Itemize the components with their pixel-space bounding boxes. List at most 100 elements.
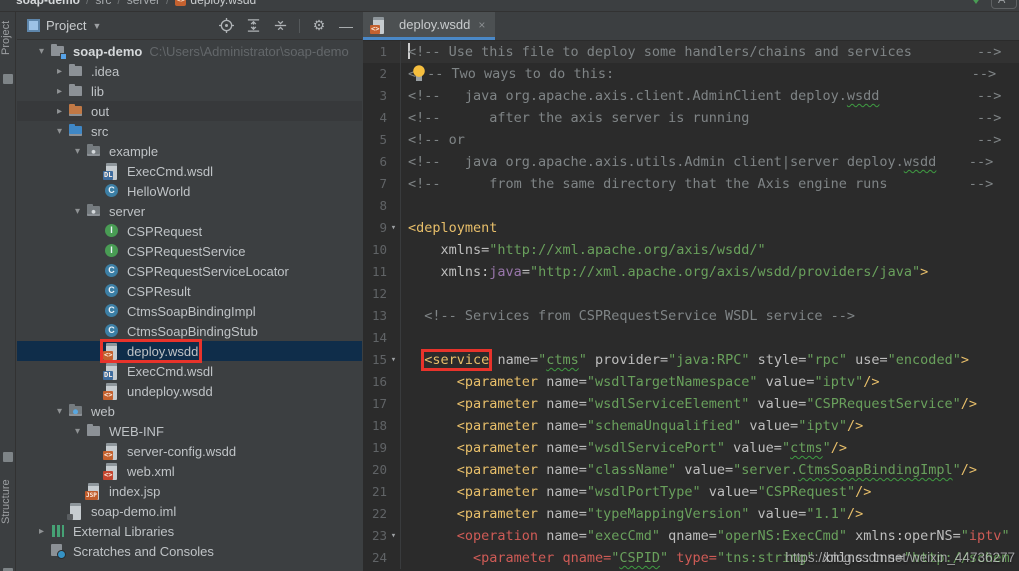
line-number: 23 <box>363 525 387 547</box>
tree-item-server[interactable]: ▾server <box>17 201 362 221</box>
tree-item-src[interactable]: ▾src <box>17 121 362 141</box>
project-tool-icon[interactable] <box>3 74 13 84</box>
lib-icon <box>50 523 66 539</box>
code-segment: "encoded" <box>888 352 961 368</box>
tree-item-csprequestservice[interactable]: ICSPRequestService <box>17 241 362 261</box>
tree-item-out[interactable]: ▸ out <box>17 101 362 121</box>
tree-item-web-xml[interactable]: <>web.xml <box>17 461 362 481</box>
line-number: 15 <box>363 349 387 371</box>
code-segment: /> <box>961 396 977 412</box>
project-panel-title[interactable]: Project <box>46 18 86 33</box>
tree-item-example[interactable]: ▾example <box>17 141 362 161</box>
tree-item-server-config-wsdd[interactable]: <>server-config.wsdd <box>17 441 362 461</box>
package-icon <box>86 203 102 219</box>
collapse-all-button[interactable] <box>272 18 288 34</box>
code-line-15[interactable]: 15▾ <service name="ctms" provider="java:… <box>363 349 1019 371</box>
code-line-4[interactable]: 4<!-- after the axis server is running -… <box>363 107 1019 129</box>
chevron-open-icon[interactable]: ▾ <box>69 206 86 217</box>
code-line-11[interactable]: 11 xmlns:java="http://xml.apache.org/axi… <box>363 261 1019 283</box>
tree-item-ctmssoapbindingstub[interactable]: CCtmsSoapBindingStub <box>17 321 362 341</box>
chevron-closed-icon[interactable]: ▸ <box>51 86 68 97</box>
tree-item-csprequest[interactable]: ICSPRequest <box>17 221 362 241</box>
tree-item-undeploy-wsdd[interactable]: <>undeploy.wsdd <box>17 381 362 401</box>
tree-item-soap-demo[interactable]: ▾soap-demoC:\Users\Administrator\soap-de… <box>17 41 362 61</box>
code-line-16[interactable]: 16 <parameter name="wsdlTargetNamespace"… <box>363 371 1019 393</box>
code-segment: style= <box>758 352 807 368</box>
chevron-open-icon[interactable]: ▾ <box>69 146 86 157</box>
chevron-down-icon[interactable]: ▼ <box>92 21 101 31</box>
code-segment: CSPID <box>619 550 660 566</box>
code-line-12[interactable]: 12 <box>363 283 1019 305</box>
tool-button-project[interactable]: Project <box>0 6 16 70</box>
code-line-21[interactable]: 21 <parameter name="wsdlPortType" value=… <box>363 481 1019 503</box>
code-line-3[interactable]: 3<!-- java org.apache.axis.client.AdminC… <box>363 85 1019 107</box>
code-line-19[interactable]: 19 <parameter name="wsdlServicePort" val… <box>363 437 1019 459</box>
wsdd-icon: <> <box>104 383 120 399</box>
breadcrumb-project[interactable]: soap-demo <box>16 0 80 7</box>
chevron-closed-icon[interactable]: ▸ <box>51 106 68 117</box>
tool-button-structure[interactable]: Structure <box>0 464 16 540</box>
code-line-23[interactable]: 23▾ <operation name="execCmd" qname="ope… <box>363 525 1019 547</box>
breadcrumb-server[interactable]: server <box>127 0 160 7</box>
breadcrumb-file[interactable]: <> deploy.wsdd <box>175 0 256 7</box>
intention-bulb-icon[interactable] <box>412 65 426 81</box>
code-line-14[interactable]: 14 <box>363 327 1019 349</box>
code-line-22[interactable]: 22 <parameter name="typeMappingVersion" … <box>363 503 1019 525</box>
code-segment: <parameter <box>457 374 538 390</box>
tree-item-execcmd-wsdl[interactable]: DLExecCmd.wsdl <box>17 161 362 181</box>
code-editor[interactable]: 1<!-- Use this file to deploy some handl… <box>363 41 1019 571</box>
tree-item-csprequestservicelocator[interactable]: CCSPRequestServiceLocator <box>17 261 362 281</box>
tree-item-ctmssoapbindingimpl[interactable]: CCtmsSoapBindingImpl <box>17 301 362 321</box>
chevron-open-icon[interactable]: ▾ <box>69 426 86 437</box>
code-line-2[interactable]: 2<-- Two ways to do this: --> <box>363 63 1019 85</box>
settings-gear-icon[interactable]: ⚙ <box>311 18 327 34</box>
code-line-20[interactable]: 20 <parameter name="className" value="se… <box>363 459 1019 481</box>
code-segment <box>408 550 473 566</box>
chevron-closed-icon[interactable]: ▸ <box>51 66 68 77</box>
tree-item-web-inf[interactable]: ▾WEB-INF <box>17 421 362 441</box>
tree-item-execcmd-wsdl[interactable]: DLExecCmd.wsdl <box>17 361 362 381</box>
code-line-18[interactable]: 18 <parameter name="schemaUnqualified" v… <box>363 415 1019 437</box>
tree-item-label: out <box>91 104 109 119</box>
structure-tool-icon[interactable] <box>3 452 13 462</box>
code-line-24[interactable]: 24 <parameter qname="CSPID" type="tns:st… <box>363 547 1019 569</box>
tree-item-scratches-and-consoles[interactable]: Scratches and Consoles <box>17 541 362 561</box>
hide-panel-button[interactable]: — <box>338 18 354 34</box>
code-line-17[interactable]: 17 <parameter name="wsdlServiceElement" … <box>363 393 1019 415</box>
chevron-open-icon[interactable]: ▾ <box>33 46 50 57</box>
chevron-open-icon[interactable]: ▾ <box>51 406 68 417</box>
tree-item-index-jsp[interactable]: JSPindex.jsp <box>17 481 362 501</box>
tree-item-helloworld[interactable]: CHelloWorld <box>17 181 362 201</box>
tree-item-soap-demo-iml[interactable]: soap-demo.iml <box>17 501 362 521</box>
tree-item-web[interactable]: ▾web <box>17 401 362 421</box>
breadcrumb-src[interactable]: src <box>95 0 111 7</box>
code-text: <!-- Services from CSPRequestService WSD… <box>401 305 855 327</box>
code-line-9[interactable]: 9▾<deployment <box>363 217 1019 239</box>
fold-marker-icon[interactable]: ▾ <box>387 217 401 239</box>
run-arrow-icon[interactable] <box>971 0 981 4</box>
code-line-7[interactable]: 7<!-- from the same directory that the A… <box>363 173 1019 195</box>
tree-item-external-libraries[interactable]: ▸External Libraries <box>17 521 362 541</box>
code-segment: <parameter <box>457 440 538 456</box>
fold-marker-icon[interactable]: ▾ <box>387 349 401 371</box>
tree-item-cspresult[interactable]: CCSPResult <box>17 281 362 301</box>
close-tab-icon[interactable]: × <box>478 18 485 32</box>
tree-item-deploy-wsdd[interactable]: <>deploy.wsdd <box>17 341 362 361</box>
code-line-13[interactable]: 13 <!-- Services from CSPRequestService … <box>363 305 1019 327</box>
expand-all-button[interactable] <box>245 18 261 34</box>
tree-item-idea[interactable]: ▸.idea <box>17 61 362 81</box>
tree-item-label: CtmsSoapBindingImpl <box>127 304 256 319</box>
tree-item-lib[interactable]: ▸lib <box>17 81 362 101</box>
code-line-6[interactable]: 6<!-- java org.apache.axis.utils.Admin c… <box>363 151 1019 173</box>
run-configuration-button[interactable]: A <box>991 0 1017 9</box>
code-line-1[interactable]: 1<!-- Use this file to deploy some handl… <box>363 41 1019 63</box>
code-line-10[interactable]: 10 xmlns="http://xml.apache.org/axis/wsd… <box>363 239 1019 261</box>
code-line-5[interactable]: 5<!-- or --> <box>363 129 1019 151</box>
locate-file-button[interactable] <box>218 18 234 34</box>
line-number: 22 <box>363 503 387 525</box>
code-line-8[interactable]: 8 <box>363 195 1019 217</box>
chevron-closed-icon[interactable]: ▸ <box>33 526 50 537</box>
tab-deploy-wsdd[interactable]: <> deploy.wsdd × <box>363 12 495 40</box>
fold-marker-icon[interactable]: ▾ <box>387 525 401 547</box>
chevron-open-icon[interactable]: ▾ <box>51 126 68 137</box>
